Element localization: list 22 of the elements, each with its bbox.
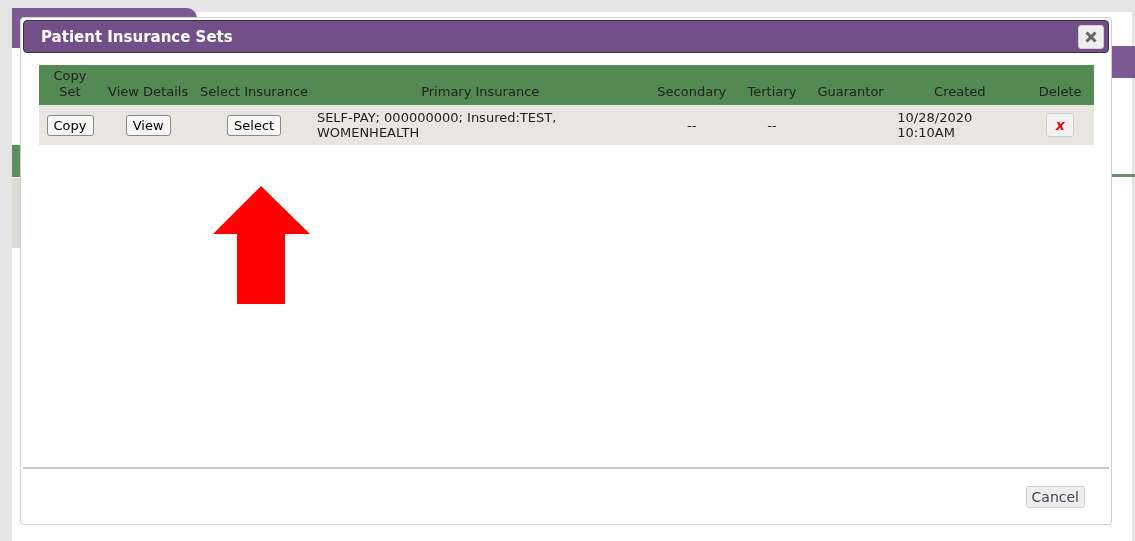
row-button[interactable]: View <box>125 114 171 136</box>
column-header: Primary Insurance <box>421 84 540 99</box>
row-button[interactable]: Copy <box>46 114 94 136</box>
page-rule <box>1110 174 1135 177</box>
table-cell: 10/28/2020 10:10AM <box>897 110 973 140</box>
close-button[interactable] <box>1078 24 1104 49</box>
column-header: Select Insurance <box>200 84 309 99</box>
cancel-button[interactable]: Cancel <box>1025 485 1085 508</box>
delete-button[interactable]: x <box>1046 113 1075 137</box>
column-header: Tertiary <box>747 84 797 99</box>
column-header: View Details <box>108 84 189 99</box>
column-header: Guarantor <box>817 84 884 99</box>
table-cell: -- <box>767 117 777 133</box>
row-button[interactable]: Select <box>227 114 282 136</box>
close-icon <box>1085 30 1097 43</box>
dialog-title: Patient Insurance Sets <box>41 27 233 46</box>
column-header: Copy Set <box>53 68 87 99</box>
table-cell: -- <box>687 117 697 133</box>
column-header: Delete <box>1038 84 1082 99</box>
column-header: Created <box>934 84 986 99</box>
table-cell: SELF-PAY; 000000000; Insured:TEST, WOMENHEALTH <box>316 110 557 140</box>
column-header: Secondary <box>657 84 727 99</box>
